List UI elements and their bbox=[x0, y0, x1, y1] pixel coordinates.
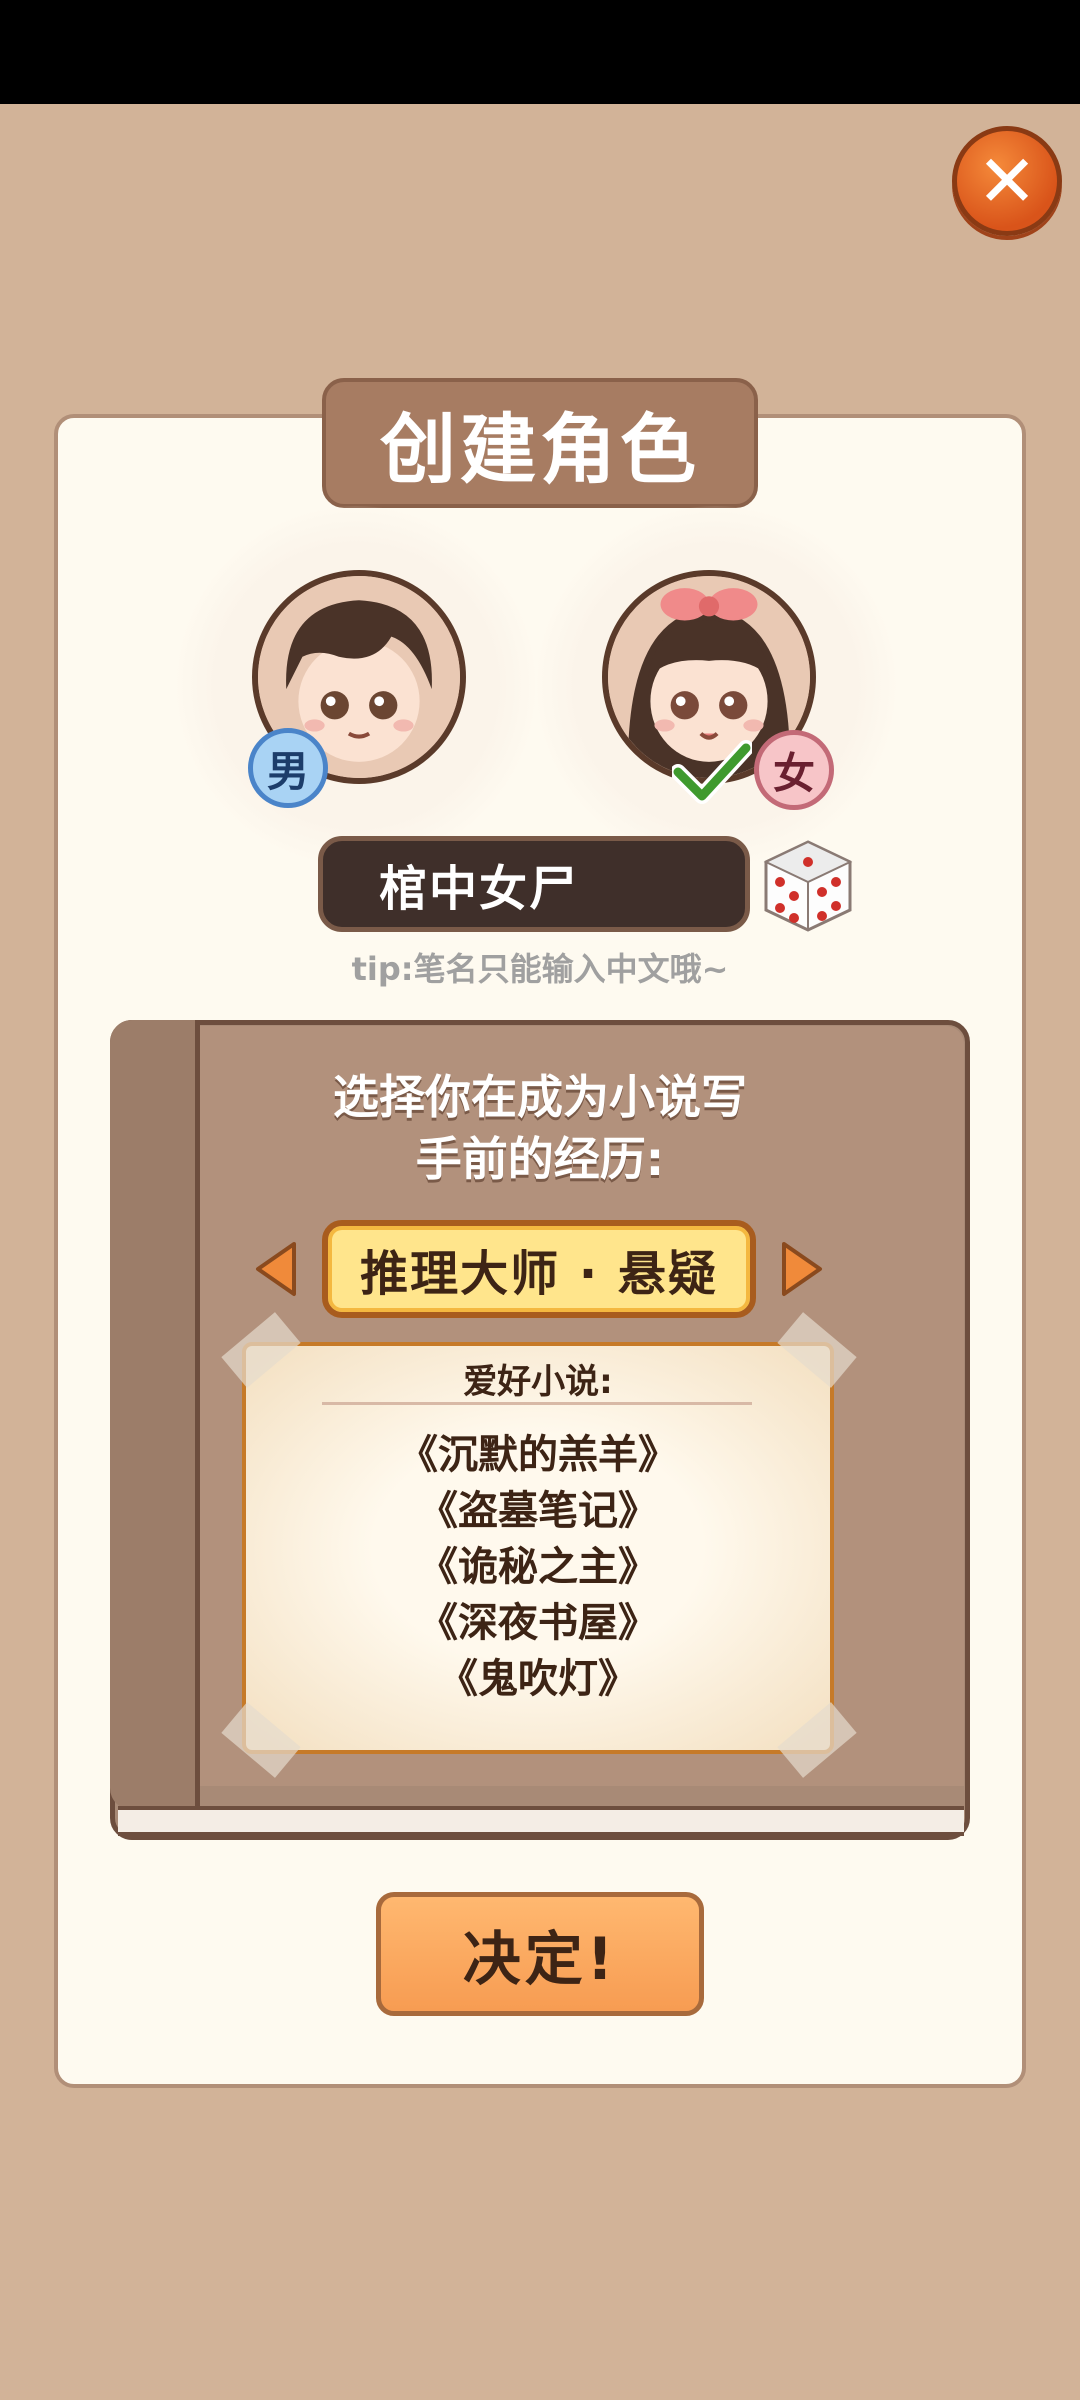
novel-card-title: 爱好小说: bbox=[463, 1362, 613, 1402]
pen-name-tip: tip:笔名只能输入中文哦~ bbox=[351, 950, 729, 988]
dice-icon[interactable] bbox=[758, 836, 858, 936]
prompt-line-1: 选择你在成为小说写 bbox=[333, 1070, 747, 1124]
book-pages-edge bbox=[118, 1806, 964, 1836]
check-icon bbox=[672, 740, 752, 804]
male-gender-badge[interactable]: 男 bbox=[248, 728, 328, 808]
page-title-plate: 创建角色 bbox=[322, 378, 758, 508]
close-button[interactable]: ✕ bbox=[952, 126, 1062, 236]
novel-item: 《深夜书屋》 bbox=[418, 1600, 658, 1646]
pen-name-value: 棺中女尸 bbox=[379, 861, 580, 917]
page-title: 创建角色 bbox=[380, 405, 700, 494]
arrow-left-icon[interactable] bbox=[252, 1240, 298, 1298]
novel-item: 《盗墓笔记》 bbox=[418, 1488, 658, 1534]
pen-name-input[interactable]: 棺中女尸 bbox=[318, 836, 750, 932]
novel-item: 《沉默的羔羊》 bbox=[398, 1432, 678, 1478]
male-badge-label: 男 bbox=[266, 746, 309, 796]
book-spine bbox=[110, 1020, 200, 1810]
female-gender-badge[interactable]: 女 bbox=[754, 730, 834, 810]
confirm-button-label: 决定! bbox=[462, 1925, 618, 1993]
prompt-line-2: 手前的经历: bbox=[415, 1132, 665, 1186]
novel-card-divider bbox=[322, 1402, 752, 1405]
arrow-right-icon[interactable] bbox=[780, 1240, 826, 1298]
close-icon: ✕ bbox=[976, 139, 1038, 223]
confirm-button[interactable]: 决定! bbox=[376, 1892, 704, 2016]
experience-selected-label: 推理大师 · 悬疑 bbox=[360, 1246, 718, 1302]
novel-item: 《鬼吹灯》 bbox=[438, 1656, 638, 1702]
experience-selector[interactable]: 推理大师 · 悬疑 bbox=[322, 1220, 756, 1318]
experience-prompt: 选择你在成为小说写 手前的经历: bbox=[200, 1066, 880, 1190]
novel-item: 《诡秘之主》 bbox=[418, 1544, 658, 1590]
female-badge-label: 女 bbox=[772, 748, 815, 798]
status-bar bbox=[0, 0, 1080, 104]
